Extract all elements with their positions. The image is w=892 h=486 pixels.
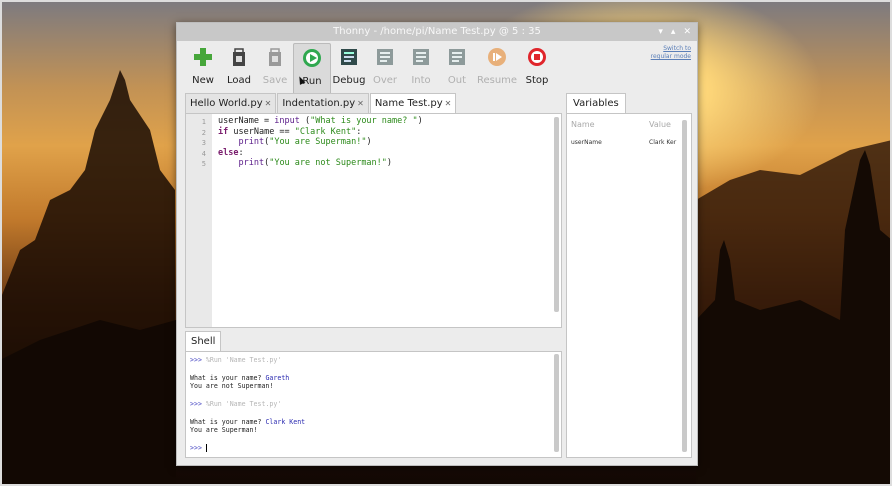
variable-value: Clark Ker xyxy=(649,139,677,146)
tab-label: Indentation.py xyxy=(282,98,356,109)
load-label: Load xyxy=(227,75,251,86)
code-line-3: print("You are Superman!") xyxy=(238,137,372,147)
step-into-icon xyxy=(411,47,431,67)
shell-panel[interactable]: >>> %Run 'Name Test.py' What is your nam… xyxy=(185,351,562,458)
resume-label: Resume xyxy=(476,75,518,86)
close-icon[interactable]: ✕ xyxy=(445,99,452,108)
minimize-icon[interactable]: ▾ xyxy=(658,23,663,41)
shell-run-line-1: >>> %Run 'Name Test.py' xyxy=(190,356,282,364)
column-header-name[interactable]: Name xyxy=(571,120,595,129)
shell-output-4: You are Superman! xyxy=(190,426,258,434)
close-icon[interactable]: ✕ xyxy=(265,99,272,108)
close-icon[interactable]: ✕ xyxy=(683,23,691,41)
switch-mode-link[interactable]: Switch to regular mode xyxy=(643,45,691,61)
shell-scrollbar[interactable] xyxy=(554,354,559,452)
editor-scrollbar[interactable] xyxy=(554,117,559,312)
step-into-label: Into xyxy=(411,75,431,86)
load-icon xyxy=(229,47,249,67)
code-line-1: userName = input ("What is your name? ") xyxy=(218,116,423,126)
line-number: 3 xyxy=(201,139,206,147)
shell-prompt[interactable]: >>> xyxy=(190,444,211,452)
code-line-2: if userName == "Clark Kent": xyxy=(218,126,362,137)
stop-button[interactable]: Stop xyxy=(519,43,555,103)
code-line-5: print("You are not Superman!") xyxy=(238,158,393,168)
step-out-icon xyxy=(447,47,467,67)
tab-hello-world[interactable]: Hello World.py ✕ xyxy=(185,93,277,113)
tab-variables[interactable]: Variables xyxy=(566,93,626,114)
tab-label: Hello World.py xyxy=(190,98,263,109)
column-header-value[interactable]: Value xyxy=(649,120,671,129)
shell-output-2: You are not Superman! xyxy=(190,382,274,390)
code-text: userName = input ("What is your name? ")… xyxy=(218,116,423,169)
code-editor[interactable]: 1 2 3 4 5 userName = input ("What is you… xyxy=(185,113,562,328)
shell-output-3: What is your name? Clark Kent xyxy=(190,418,306,426)
new-icon xyxy=(193,47,213,67)
step-out-label: Out xyxy=(447,75,467,86)
line-number: 2 xyxy=(201,128,206,137)
variable-name: userName xyxy=(571,139,602,146)
window-controls: ▾ ▴ ✕ xyxy=(658,23,691,41)
close-icon[interactable]: ✕ xyxy=(357,99,364,108)
title-bar[interactable]: Thonny - /home/pi/Name Test.py @ 5 : 35 … xyxy=(177,23,697,41)
resume-button[interactable]: Resume xyxy=(475,43,519,103)
shell-output-1: What is your name? Gareth xyxy=(190,374,290,382)
line-number-gutter: 1 2 3 4 5 xyxy=(186,114,212,327)
variables-panel: Name Value userName Clark Ker xyxy=(566,113,692,458)
step-over-label: Over xyxy=(372,75,398,86)
tab-name-test[interactable]: Name Test.py ✕ xyxy=(369,93,457,114)
tab-shell[interactable]: Shell xyxy=(185,331,222,352)
tab-label: Name Test.py xyxy=(374,98,443,109)
run-icon xyxy=(302,48,322,68)
variables-scrollbar[interactable] xyxy=(682,120,687,452)
thonny-window: Thonny - /home/pi/Name Test.py @ 5 : 35 … xyxy=(176,22,698,466)
save-icon xyxy=(265,47,285,67)
maximize-icon[interactable]: ▴ xyxy=(671,23,676,41)
stop-icon xyxy=(527,47,547,67)
window-title: Thonny - /home/pi/Name Test.py @ 5 : 35 xyxy=(333,26,541,37)
save-label: Save xyxy=(262,75,288,86)
code-line-4: else: xyxy=(218,147,244,158)
editor-tabs: Hello World.py ✕ Indentation.py ✕ Name Tes… xyxy=(185,93,457,114)
step-over-icon xyxy=(375,47,395,67)
debug-label: Debug xyxy=(332,75,366,86)
tab-indentation[interactable]: Indentation.py ✕ xyxy=(277,93,369,113)
line-number: 5 xyxy=(201,160,206,168)
resume-icon xyxy=(487,47,507,67)
debug-icon xyxy=(339,47,359,67)
shell-run-line-2: >>> %Run 'Name Test.py' xyxy=(190,400,282,408)
line-number: 1 xyxy=(201,118,206,126)
stop-label: Stop xyxy=(525,75,549,86)
line-number: 4 xyxy=(201,149,206,158)
new-label: New xyxy=(192,75,214,86)
